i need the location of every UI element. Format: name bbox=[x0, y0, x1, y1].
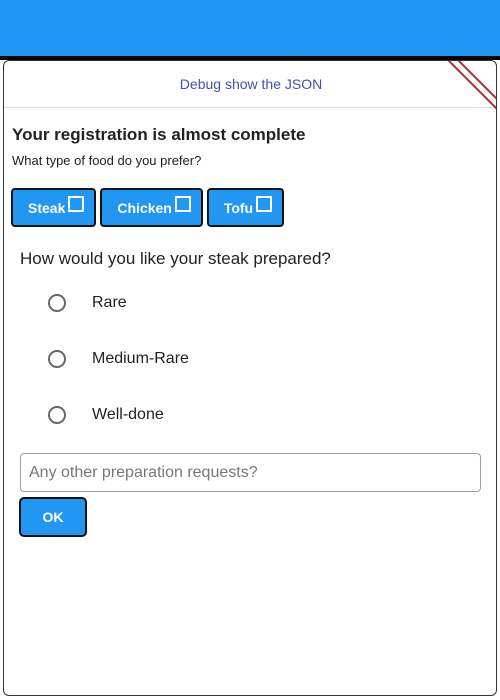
chicken-checkbox-icon bbox=[174, 195, 191, 212]
tofu-label: Tofu bbox=[223, 199, 254, 216]
radio-option-medium-rare[interactable]: Medium-Rare bbox=[48, 350, 189, 368]
steak-preparation-question: How would you like your steak prepared? bbox=[20, 249, 331, 268]
steak-checkbox-icon bbox=[68, 195, 85, 212]
radio-option-well-done[interactable]: Well-done bbox=[48, 406, 164, 424]
steak-label: Steak bbox=[28, 199, 66, 216]
radio-label-medium-rare: Medium-Rare bbox=[92, 350, 189, 367]
radio-button-icon[interactable] bbox=[48, 406, 66, 424]
food-options: Steak Chicken Tofu bbox=[11, 188, 285, 227]
chicken-button[interactable]: Chicken bbox=[100, 188, 203, 227]
app-header-bar bbox=[0, 0, 500, 56]
tofu-button[interactable]: Tofu bbox=[206, 188, 285, 227]
ok-button[interactable]: OK bbox=[19, 497, 87, 537]
radio-option-rare[interactable]: Rare bbox=[48, 294, 127, 312]
radio-label-well-done: Well-done bbox=[92, 406, 164, 423]
page-title: Your registration is almost complete bbox=[12, 125, 306, 144]
preparation-requests-input[interactable] bbox=[20, 453, 481, 492]
food-preference-prompt: What type of food do you prefer? bbox=[12, 153, 202, 168]
registration-card: Debug show the JSON Your registration is… bbox=[3, 60, 497, 696]
radio-label-rare: Rare bbox=[92, 294, 127, 311]
debug-show-json-button[interactable]: Debug show the JSON bbox=[4, 61, 496, 108]
tofu-checkbox-icon bbox=[256, 195, 273, 212]
chicken-label: Chicken bbox=[117, 199, 172, 216]
radio-button-icon[interactable] bbox=[48, 294, 66, 312]
radio-button-icon[interactable] bbox=[48, 350, 66, 368]
steak-button[interactable]: Steak bbox=[11, 188, 97, 227]
